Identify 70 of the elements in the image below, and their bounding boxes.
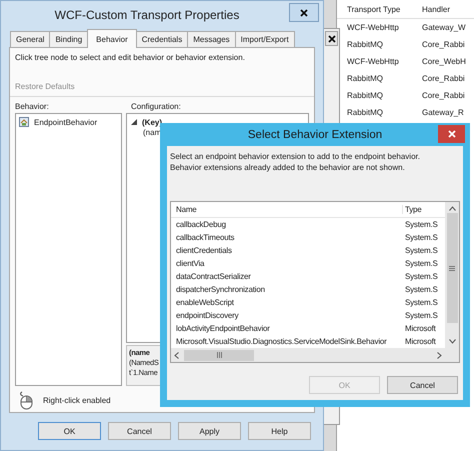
dialog-button[interactable]: OK — [38, 422, 101, 440]
dialog-title: Select Behavior Extension — [248, 128, 382, 140]
tab[interactable]: Messages — [187, 31, 236, 47]
list-item[interactable]: lobActivityEndpointBehavior — [171, 324, 402, 333]
list-item[interactable]: clientCredentials — [171, 246, 402, 255]
list-item[interactable]: endpointDiscovery — [171, 311, 402, 320]
behavior-label: Behavior: — [15, 102, 50, 113]
list-item[interactable]: enableWebScript — [171, 298, 402, 307]
table-cell-text: Core_WebH — [421, 57, 466, 66]
column-header[interactable]: Type — [402, 205, 422, 214]
table-cell-text: Gateway_W — [421, 23, 466, 32]
table-cell-text: Core_Rabbi — [421, 40, 465, 49]
dialog-button[interactable]: Help — [248, 422, 311, 440]
table-cell-text: WCF-WebHttp — [346, 23, 400, 32]
table-cell-text: Microsoft — [404, 324, 436, 333]
close-icon — [328, 34, 336, 42]
dialog-button[interactable]: Cancel — [108, 422, 171, 440]
configuration-label: Configuration: — [131, 102, 181, 113]
table-cell-text: Core_Rabbi — [421, 74, 465, 83]
close-icon — [448, 130, 456, 138]
list-item[interactable]: callbackTimeouts — [171, 233, 402, 242]
column-header[interactable]: Handler — [420, 4, 450, 14]
table-cell-text: RabbitMQ — [346, 40, 384, 49]
scroll-thumb[interactable] — [184, 350, 254, 360]
scroll-thumb[interactable] — [446, 213, 458, 323]
table-cell-text: System.S — [404, 259, 438, 268]
column-header[interactable]: Transport Type — [337, 4, 420, 14]
message-text: Behavior extensions already added to the behavior are not shown. — [170, 162, 406, 173]
table-cell-text: System.S — [404, 246, 438, 255]
table-cell-text: System.S — [404, 272, 438, 281]
tab[interactable]: Credentials — [136, 31, 188, 47]
right-click-note: Right-click enabled — [43, 396, 111, 405]
table-cell-text: RabbitMQ — [346, 108, 384, 117]
tree-item[interactable]: EndpointBehavior — [33, 118, 98, 126]
list-item[interactable]: dataContractSerializer — [171, 272, 402, 281]
close-button[interactable] — [325, 31, 338, 46]
table-cell-text: System.S — [404, 233, 438, 242]
message-text: Select an endpoint behavior extension to add to the endpoint behavior. — [170, 151, 421, 162]
table-cell-text: RabbitMQ — [346, 74, 384, 83]
close-icon — [300, 8, 308, 16]
list-item[interactable]: clientVia — [171, 259, 402, 268]
grip-icon — [216, 352, 222, 358]
tab[interactable]: Import/Export — [234, 31, 295, 47]
expand-icon[interactable] — [131, 119, 137, 125]
tab[interactable]: Binding — [49, 31, 88, 47]
behavior-tree[interactable]: EndpointBehavior — [15, 113, 122, 386]
table-cell-text: WCF-WebHttp — [346, 57, 400, 66]
tab[interactable]: Behavior — [87, 29, 137, 48]
list-item[interactable]: Microsoft.VisualStudio.Diagnostics.ServiceModelSink.Behavior — [171, 337, 402, 346]
close-button[interactable] — [289, 3, 319, 22]
column-header[interactable]: Name — [171, 205, 402, 214]
table-cell-text: System.S — [404, 285, 438, 294]
tab[interactable]: General — [10, 31, 50, 47]
table-cell-text: RabbitMQ — [346, 91, 384, 100]
dialog-button[interactable]: Cancel — [387, 376, 458, 394]
table-cell-text: Gateway_R — [421, 108, 464, 117]
grip-icon — [449, 266, 455, 270]
dialog-button[interactable]: Apply — [178, 422, 241, 440]
table-cell-text: System.S — [404, 220, 438, 229]
table-cell-text: Microsoft — [404, 337, 436, 346]
horizontal-scrollbar[interactable] — [171, 348, 445, 362]
mouse-icon — [17, 391, 35, 410]
table-cell-text: Core_Rabbi — [421, 91, 465, 100]
list-item[interactable]: dispatcherSynchronization — [171, 285, 402, 294]
table-cell-text: System.S — [404, 311, 438, 320]
window-title: WCF-Custom Transport Properties — [54, 8, 240, 22]
vertical-scrollbar[interactable] — [445, 202, 459, 348]
table-cell-text: System.S — [404, 298, 438, 307]
instruction-text: Click tree node to select and edit behavior or behavior extension. — [15, 53, 246, 62]
list-item[interactable]: callbackDebug — [171, 220, 402, 229]
